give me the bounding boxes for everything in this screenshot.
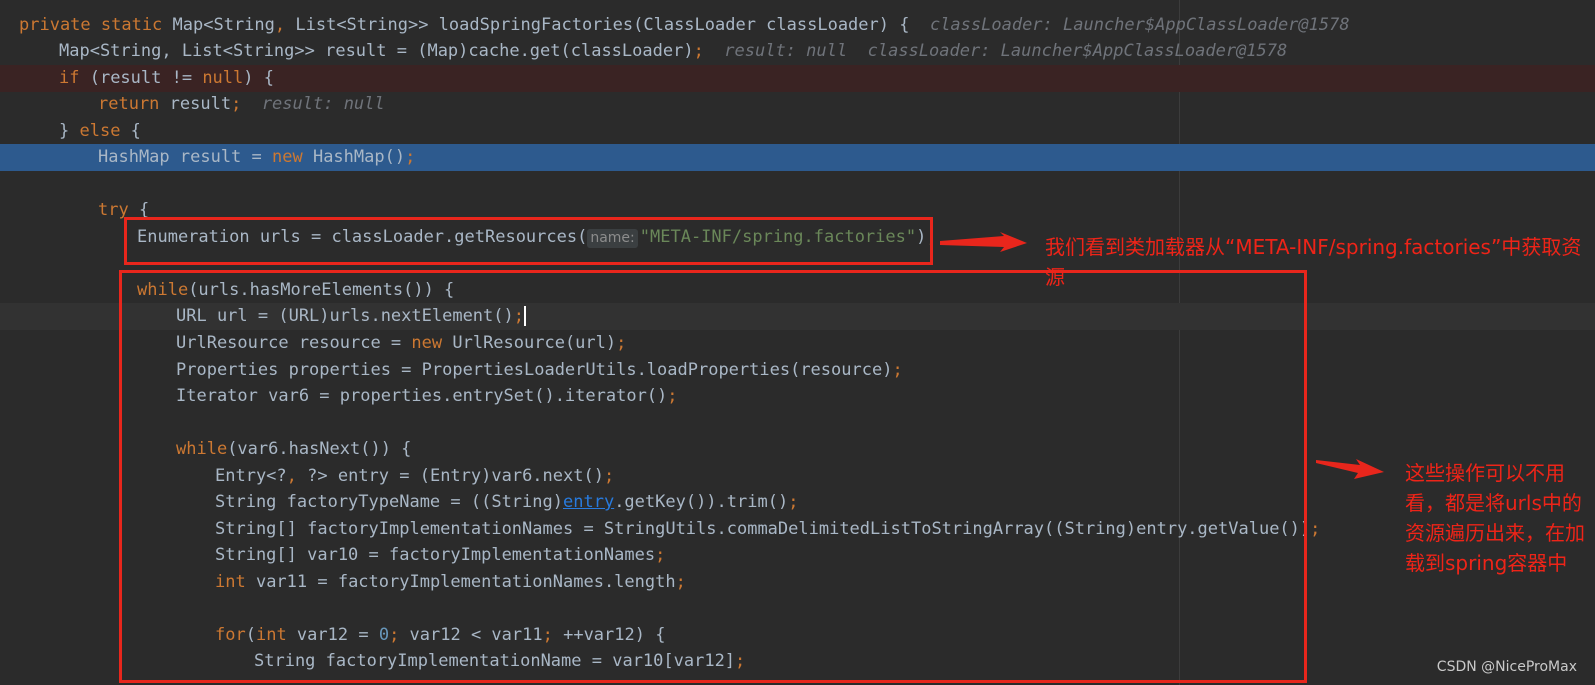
annotation-text-top: 我们看到类加载器从“META-INF/spring.factories”中获取资…: [1045, 235, 1582, 289]
debugger-inline-value: result: null: [724, 41, 848, 61]
code-text: Map<String, List<String>> result = (Map)…: [59, 41, 694, 61]
code-text: HashMap(): [302, 147, 406, 167]
code-line-1[interactable]: private static Map<String, List<String>>…: [0, 12, 1595, 39]
semicolon: ;: [1310, 519, 1321, 539]
code-line-2[interactable]: Map<String, List<String>> result = (Map)…: [0, 38, 1595, 65]
keyword: new: [272, 147, 303, 167]
keyword: if: [59, 68, 80, 88]
code-line-6-execution-point[interactable]: HashMap result = new HashMap();: [0, 144, 1595, 171]
comma: ,: [274, 15, 296, 35]
code-text: List<String>> loadSpringFactories(ClassL…: [295, 15, 910, 35]
annotation-box-getresources: [124, 217, 933, 265]
code-text: result: [159, 94, 232, 114]
annotation-box-while-loop: [119, 270, 1307, 683]
keyword: null: [202, 68, 244, 88]
keyword: else: [79, 121, 121, 141]
code-text: ) {: [243, 68, 274, 88]
keyword: return: [98, 94, 160, 114]
code-text: Map<String: [172, 15, 275, 35]
code-text: {: [120, 121, 141, 141]
code-line-4[interactable]: return result; result: null: [0, 91, 1595, 118]
annotation-text-right: 这些操作可以不用看，都是将urls中的资源遍历出来，在加载到spring容器中: [1405, 461, 1585, 575]
semicolon: ;: [405, 147, 416, 167]
semicolon: ;: [231, 94, 242, 114]
semicolon: ;: [693, 41, 704, 61]
code-text: (result !=: [79, 68, 203, 88]
debugger-inline-value: classLoader: Launcher$AppClassLoader@157…: [867, 41, 1288, 61]
modifier-keywords: private static: [19, 15, 173, 35]
code-line-5[interactable]: } else {: [0, 118, 1595, 145]
debugger-inline-value: classLoader: Launcher$AppClassLoader@157…: [929, 15, 1350, 35]
code-line-3-breakpoint-highlight[interactable]: if (result != null) {: [0, 65, 1595, 92]
watermark: CSDN @NiceProMax: [1436, 659, 1577, 675]
code-text: }: [59, 121, 80, 141]
code-text: HashMap result =: [98, 147, 272, 167]
debugger-inline-value: result: null: [261, 94, 385, 114]
